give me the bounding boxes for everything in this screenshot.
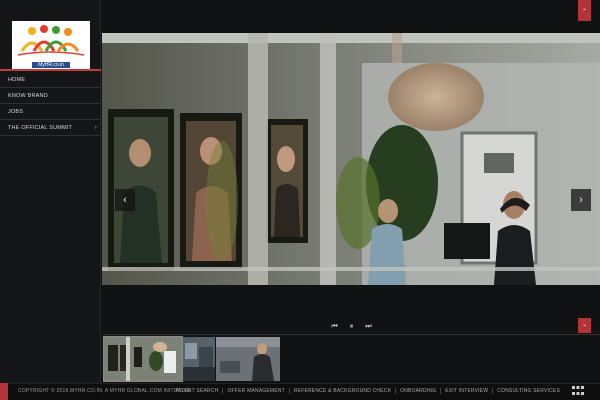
footer-link-talent-search[interactable]: TALENT SEARCH [171, 388, 223, 394]
sidebar: MyHR.co.in HOME KNOW BRAND JOBS THE OFFI… [0, 0, 101, 383]
thumbnail-1[interactable] [103, 336, 183, 382]
slide-next-button[interactable]: › [571, 189, 591, 211]
nav-item-know-brand[interactable]: KNOW BRAND [0, 88, 101, 104]
thumbnail-image [183, 337, 215, 381]
pause-icon[interactable]: ⏸ [347, 323, 356, 331]
slide-prev-button[interactable]: ‹ [115, 189, 135, 211]
brand-logo[interactable]: MyHR.co.in [12, 21, 90, 69]
chevron-right-icon: › [94, 125, 97, 131]
footer-link-reference-background-check[interactable]: REFERENCE & BACKGROUND CHECK [288, 388, 395, 394]
footer-link-offer-management[interactable]: OFFER MANAGEMENT [222, 388, 288, 394]
footer-link-onboarding[interactable]: ONBOARDING [395, 388, 440, 394]
logo-text: MyHR.co.in [12, 62, 90, 68]
footer-links: TALENT SEARCH OFFER MANAGEMENT REFERENCE… [171, 388, 564, 394]
thumbnail-toggle-button[interactable]: ⌄ [578, 318, 591, 333]
footer-link-consulting-services[interactable]: CONSULTING SERVICES [492, 388, 564, 394]
office-scene-image [102, 33, 600, 285]
thumbnail-3[interactable] [216, 337, 280, 381]
grid-icon[interactable] [572, 386, 584, 395]
nav-item-jobs[interactable]: JOBS [0, 104, 101, 120]
next-icon[interactable]: ⏭ [364, 323, 373, 331]
panel-toggle-button[interactable]: ⌃ [578, 0, 591, 21]
page: MyHR.co.in HOME KNOW BRAND JOBS THE OFFI… [0, 0, 600, 400]
chevron-up-icon: ⌃ [581, 9, 588, 15]
footer-link-exit-interview[interactable]: EXIT INTERVIEW [440, 388, 492, 394]
chevron-left-icon: ‹ [123, 194, 127, 206]
playback-controls: ⏮ ⏸ ⏭ [330, 321, 373, 333]
divider [102, 334, 600, 335]
thumbnail-image [216, 337, 280, 381]
thumbnail-image [104, 337, 182, 381]
slideshow-image [102, 33, 600, 285]
nav-item-home[interactable]: HOME [0, 72, 101, 88]
sidebar-accent-bar [0, 69, 101, 71]
footer-accent-bar [0, 383, 8, 400]
copyright-text: COPYRIGHT © 2016.MYHR.CO.IN, A MYHR GLOB… [18, 388, 191, 394]
thumbnail-strip [103, 336, 280, 382]
nav-item-official-summit[interactable]: THE OFFICIAL SUMMIT › [0, 120, 101, 136]
chevron-down-icon: ⌄ [581, 322, 588, 328]
chevron-right-icon: › [579, 194, 583, 206]
main-nav: HOME KNOW BRAND JOBS THE OFFICIAL SUMMIT… [0, 72, 101, 136]
previous-icon[interactable]: ⏮ [330, 323, 339, 331]
thumbnail-2[interactable] [183, 337, 215, 381]
